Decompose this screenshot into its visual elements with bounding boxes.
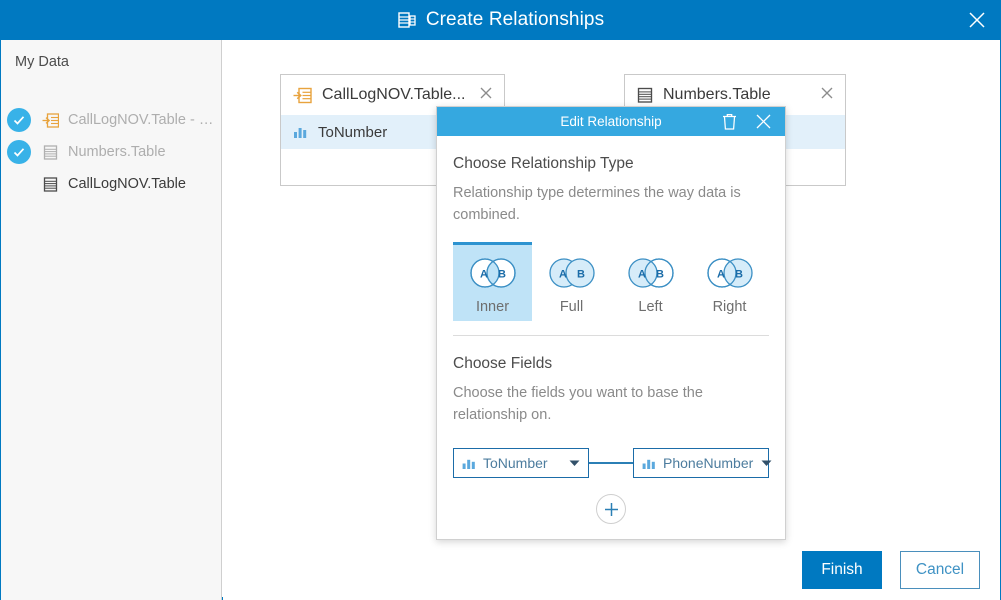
svg-text:A: A xyxy=(480,269,488,281)
venn-inner-icon: A B xyxy=(453,249,532,297)
edit-relationship-dialog: Edit Relationship Choose Relationship Ty… xyxy=(436,106,786,540)
close-icon[interactable] xyxy=(478,85,494,106)
venn-full-icon: A B xyxy=(532,249,611,297)
relationship-type-heading: Choose Relationship Type xyxy=(453,155,634,172)
relationship-type-description: Relationship type determines the way dat… xyxy=(453,185,741,223)
join-type-label: Inner xyxy=(475,299,510,315)
numeric-field-icon xyxy=(293,125,308,139)
close-icon[interactable] xyxy=(753,111,774,137)
close-icon[interactable] xyxy=(966,9,988,31)
sidebar-item-numbers-table[interactable]: Numbers.Table xyxy=(1,136,222,168)
table-icon xyxy=(40,176,60,192)
left-field-label: ToNumber xyxy=(483,455,548,471)
chevron-down-icon[interactable] xyxy=(753,454,772,472)
sidebar-item-label: CallLogNOV.Table - Nu... xyxy=(68,112,218,128)
tables-icon xyxy=(397,10,417,30)
window-title-group: Create Relationships xyxy=(1,0,1000,40)
trash-icon[interactable] xyxy=(721,112,738,136)
section-divider xyxy=(453,335,769,336)
add-field-pair-wrap xyxy=(453,494,769,524)
svg-text:B: B xyxy=(498,269,506,281)
join-table-icon xyxy=(40,112,60,128)
svg-text:B: B xyxy=(577,269,585,281)
sidebar-heading: My Data xyxy=(15,54,69,70)
choose-fields-description: Choose the fields you want to base the r… xyxy=(453,385,703,423)
svg-text:B: B xyxy=(735,269,743,281)
join-type-right[interactable]: A B Right xyxy=(690,242,769,321)
svg-text:B: B xyxy=(656,269,664,281)
my-data-sidebar: My Data CallLogNOV.Table - Nu... Numbers… xyxy=(1,40,222,600)
edit-relationship-title: Edit Relationship xyxy=(560,114,662,129)
plus-icon[interactable] xyxy=(596,494,626,524)
left-field-select[interactable]: ToNumber xyxy=(453,448,589,478)
right-field-select[interactable]: PhoneNumber xyxy=(633,448,772,478)
svg-text:A: A xyxy=(638,269,646,281)
sidebar-item-label: CallLogNOV.Table xyxy=(68,176,186,192)
table-field-label: ToNumber xyxy=(318,123,388,141)
join-type-left[interactable]: A B Left xyxy=(611,242,690,321)
cancel-button[interactable]: Cancel xyxy=(900,551,980,589)
table-card-title: CallLogNOV.Table... xyxy=(322,86,466,103)
page-title: Create Relationships xyxy=(425,9,605,30)
venn-right-icon: A B xyxy=(690,249,769,297)
edit-relationship-body: Choose Relationship Type Relationship ty… xyxy=(437,155,785,524)
close-icon[interactable] xyxy=(819,85,835,106)
right-field-label: PhoneNumber xyxy=(663,455,754,471)
sidebar-item-calllognov-table[interactable]: CallLogNOV.Table xyxy=(1,168,222,200)
join-type-label: Left xyxy=(638,299,663,315)
check-icon[interactable] xyxy=(7,108,31,132)
join-type-inner[interactable]: A B Inner xyxy=(453,242,532,321)
relationship-type-options: A B Inner A B Full A B Left A B Right xyxy=(453,242,769,321)
table-card-title: Numbers.Table xyxy=(663,86,771,103)
venn-left-icon: A B xyxy=(611,249,690,297)
edit-relationship-header: Edit Relationship xyxy=(437,107,785,136)
sidebar-item-calllognov-numbers[interactable]: CallLogNOV.Table - Nu... xyxy=(1,104,222,136)
svg-text:A: A xyxy=(717,269,725,281)
join-type-label: Full xyxy=(559,299,584,315)
finish-button[interactable]: Finish xyxy=(802,551,882,589)
check-icon[interactable] xyxy=(7,140,31,164)
create-relationships-window: Create Relationships My Data CallLogNOV.… xyxy=(0,0,1001,600)
join-table-icon xyxy=(293,87,312,104)
field-mapping-row: ToNumber PhoneNumber xyxy=(453,448,772,478)
dialog-footer: Finish Cancel xyxy=(223,540,1000,600)
sidebar-item-label: Numbers.Table xyxy=(68,144,166,160)
join-type-full[interactable]: A B Full xyxy=(532,242,611,321)
table-icon xyxy=(40,144,60,160)
window-title-bar: Create Relationships xyxy=(1,0,1000,40)
field-link-connector xyxy=(589,462,633,464)
numeric-field-icon xyxy=(642,457,656,470)
svg-text:A: A xyxy=(559,269,567,281)
choose-fields-heading: Choose Fields xyxy=(453,355,553,372)
numeric-field-icon xyxy=(462,457,476,470)
join-type-label: Right xyxy=(712,299,747,315)
table-icon xyxy=(637,87,653,103)
chevron-down-icon[interactable] xyxy=(561,454,580,472)
